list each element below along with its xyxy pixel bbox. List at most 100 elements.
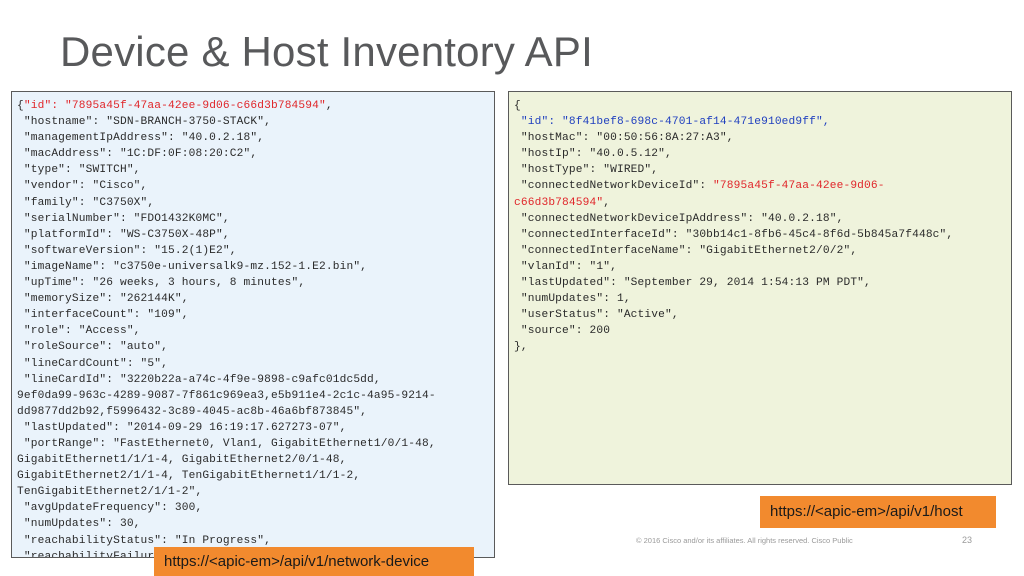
device-json-panel: {"id": "7895a45f-47aa-42ee-9d06-c66d3b78…	[11, 91, 495, 558]
json-line: "userStatus": "Active",	[514, 307, 1011, 323]
json-text: "hostIp": "40.0.5.12",	[514, 148, 672, 161]
json-line: "avgUpdateFrequency": 300,	[17, 500, 494, 516]
copyright-footer: © 2016 Cisco and/or its affiliates. All …	[636, 536, 853, 545]
json-text: dd9877dd2b92,f5996432-3c89-4045-ac8b-46a…	[17, 405, 368, 418]
json-text: "hostType": "WIRED",	[514, 164, 659, 177]
json-line: "connectedNetworkDeviceIpAddress": "40.0…	[514, 211, 1011, 227]
json-line: "source": 200	[514, 323, 1011, 339]
json-text: "reachabilityStatus": "In Progress",	[17, 534, 271, 547]
json-text: GigabitEthernet2/1/1-4, TenGigabitEthern…	[17, 470, 361, 483]
json-text: "lineCardId": "3220b22a-a74c-4f9e-9898-c…	[17, 373, 381, 386]
json-line: "connectedInterfaceName": "GigabitEthern…	[514, 243, 1011, 259]
json-highlight-text: "id": "7895a45f-47aa-42ee-9d06-c66d3b784…	[23, 100, 326, 112]
json-text: "managementIpAddress": "40.0.2.18",	[17, 132, 265, 145]
json-line: "vendor": "Cisco",	[17, 178, 494, 194]
json-line: GigabitEthernet1/1/1-4, GigabitEthernet2…	[17, 452, 494, 468]
json-text: "imageName": "c3750e-universalk9-mz.152-…	[17, 260, 368, 273]
slide-title: Device & Host Inventory API	[60, 28, 593, 75]
json-text: "lastUpdated": "2014-09-29 16:19:17.6272…	[17, 421, 347, 434]
json-line: "softwareVersion": "15.2(1)E2",	[17, 243, 494, 259]
device-api-url-badge: https://<apic-em>/api/v1/network-device	[154, 547, 474, 576]
json-text: "platformId": "WS-C3750X-48P",	[17, 228, 230, 241]
json-line: "role": "Access",	[17, 323, 494, 339]
json-text: "lastUpdated": "September 29, 2014 1:54:…	[514, 277, 871, 290]
json-text: "memorySize": "262144K",	[17, 293, 189, 306]
json-text: "portRange": "FastEthernet0, Vlan1, Giga…	[17, 437, 436, 450]
json-line: "connectedNetworkDeviceId": "7895a45f-47…	[514, 178, 1011, 194]
json-line: "upTime": "26 weeks, 3 hours, 8 minutes"…	[17, 275, 494, 291]
json-text: ,	[603, 196, 611, 209]
json-text: "avgUpdateFrequency": 300,	[17, 502, 203, 515]
json-text: "upTime": "26 weeks, 3 hours, 8 minutes"…	[17, 277, 306, 290]
json-line: "id": "8f41bef8-698c-4701-af14-471e910ed…	[514, 114, 1011, 130]
json-line: "platformId": "WS-C3750X-48P",	[17, 227, 494, 243]
json-text: "role": "Access",	[17, 325, 141, 338]
json-line: c66d3b784594",	[514, 195, 1011, 211]
json-text: "serialNumber": "FDO1432K0MC",	[17, 212, 230, 225]
json-line: "serialNumber": "FDO1432K0MC",	[17, 211, 494, 227]
json-text: "softwareVersion": "15.2(1)E2",	[17, 244, 237, 257]
json-text: "connectedNetworkDeviceId":	[514, 180, 714, 193]
json-text: "userStatus": "Active",	[514, 309, 679, 322]
json-text: "hostname": "SDN-BRANCH-3750-STACK",	[17, 116, 271, 129]
json-line: "interfaceCount": "109",	[17, 307, 494, 323]
json-text: "type": "SWITCH",	[17, 164, 141, 177]
json-text: 9ef0da99-963c-4289-9087-7f861c969ea3,e5b…	[17, 389, 436, 402]
json-line: GigabitEthernet2/1/1-4, TenGigabitEthern…	[17, 468, 494, 484]
json-line: dd9877dd2b92,f5996432-3c89-4045-ac8b-46a…	[17, 404, 494, 420]
json-line: {"id": "7895a45f-47aa-42ee-9d06-c66d3b78…	[17, 98, 494, 114]
json-line: "portRange": "FastEthernet0, Vlan1, Giga…	[17, 436, 494, 452]
json-line: "numUpdates": 1,	[514, 291, 1011, 307]
json-line: "numUpdates": 30,	[17, 516, 494, 532]
json-line: "macAddress": "1C:DF:0F:08:20:C2",	[17, 146, 494, 162]
json-text: "connectedNetworkDeviceIpAddress": "40.0…	[514, 212, 844, 225]
json-line: "type": "SWITCH",	[17, 162, 494, 178]
json-line: "connectedInterfaceId": "30bb14c1-8fb6-4…	[514, 227, 1011, 243]
json-text: {	[17, 100, 24, 112]
json-line: "hostType": "WIRED",	[514, 162, 1011, 178]
json-highlight-text: c66d3b784594"	[514, 196, 604, 209]
json-highlight-text: "7895a45f-47aa-42ee-9d06-	[713, 180, 885, 193]
json-line: "lastUpdated": "2014-09-29 16:19:17.6272…	[17, 420, 494, 436]
json-line: "lineCardId": "3220b22a-a74c-4f9e-9898-c…	[17, 372, 494, 388]
json-text: "numUpdates": 1,	[514, 293, 631, 306]
json-line: "hostname": "SDN-BRANCH-3750-STACK",	[17, 114, 494, 130]
json-line: "imageName": "c3750e-universalk9-mz.152-…	[17, 259, 494, 275]
json-text: "lineCardCount": "5",	[17, 357, 168, 370]
json-line: "lastUpdated": "September 29, 2014 1:54:…	[514, 275, 1011, 291]
json-text: ,	[325, 100, 333, 112]
json-text: "hostMac": "00:50:56:8A:27:A3",	[514, 132, 734, 145]
json-text: "family": "C3750X",	[17, 196, 155, 209]
json-line: "managementIpAddress": "40.0.2.18",	[17, 130, 494, 146]
page-number: 23	[962, 535, 973, 545]
json-line: "lineCardCount": "5",	[17, 356, 494, 372]
json-text: },	[514, 341, 528, 354]
json-text: "vlanId": "1",	[514, 260, 617, 273]
json-line: "hostMac": "00:50:56:8A:27:A3",	[514, 130, 1011, 146]
host-api-url-badge: https://<apic-em>/api/v1/host	[760, 496, 996, 528]
json-line: },	[514, 339, 1011, 355]
json-text: "vendor": "Cisco",	[17, 180, 148, 193]
json-line: "roleSource": "auto",	[17, 339, 494, 355]
json-line: 9ef0da99-963c-4289-9087-7f861c969ea3,e5b…	[17, 388, 494, 404]
json-text: "macAddress": "1C:DF:0F:08:20:C2",	[17, 148, 258, 161]
json-text: GigabitEthernet1/1/1-4, GigabitEthernet2…	[17, 454, 347, 467]
json-line: "memorySize": "262144K",	[17, 291, 494, 307]
json-text: {	[514, 100, 521, 112]
host-json-panel: { "id": "8f41bef8-698c-4701-af14-471e910…	[508, 91, 1012, 485]
host-json-code: { "id": "8f41bef8-698c-4701-af14-471e910…	[509, 92, 1011, 356]
json-line: "hostIp": "40.0.5.12",	[514, 146, 1011, 162]
json-text: "numUpdates": 30,	[17, 518, 141, 531]
json-highlight-text: "id": "8f41bef8-698c-4701-af14-471e910ed…	[514, 116, 830, 129]
json-line: TenGigabitEthernet2/1/1-2",	[17, 484, 494, 500]
json-text: TenGigabitEthernet2/1/1-2",	[17, 486, 203, 499]
json-text: "source": 200	[514, 325, 611, 338]
json-line: "vlanId": "1",	[514, 259, 1011, 275]
json-text: "interfaceCount": "109",	[17, 309, 189, 322]
device-json-code: {"id": "7895a45f-47aa-42ee-9d06-c66d3b78…	[12, 92, 494, 557]
json-text: "connectedInterfaceId": "30bb14c1-8fb6-4…	[514, 228, 954, 241]
json-text: "roleSource": "auto",	[17, 341, 168, 354]
json-text: "connectedInterfaceName": "GigabitEthern…	[514, 244, 858, 257]
json-line: {	[514, 98, 1011, 114]
json-line: "family": "C3750X",	[17, 195, 494, 211]
